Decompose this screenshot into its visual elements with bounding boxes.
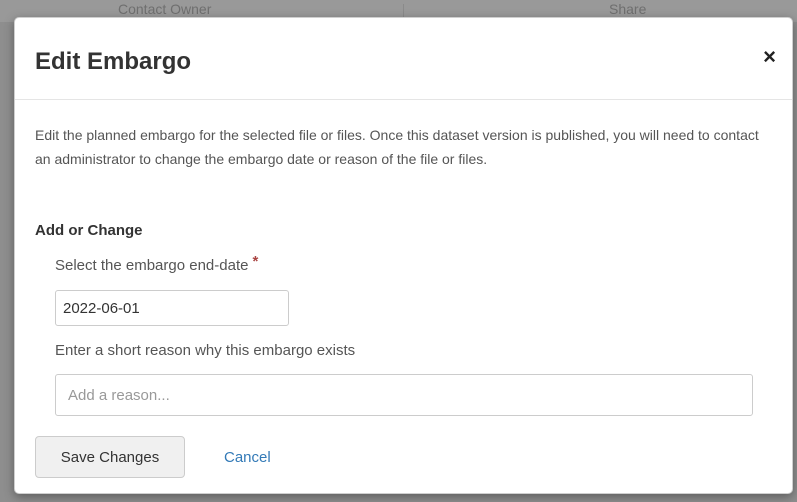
required-marker: * — [252, 253, 259, 270]
modal-title: Edit Embargo — [35, 48, 192, 75]
toolbar-divider — [403, 4, 404, 18]
save-changes-button[interactable]: Save Changes — [35, 436, 185, 478]
embargo-date-label: Select the embargo end-date * — [55, 253, 258, 274]
embargo-reason-input[interactable] — [55, 374, 753, 416]
contact-owner-button: Contact Owner — [118, 1, 212, 17]
embargo-date-label-text: Select the embargo end-date — [55, 257, 249, 274]
modal-header: Edit Embargo × — [15, 18, 792, 100]
edit-embargo-modal: Edit Embargo × Edit the planned embargo … — [14, 17, 793, 494]
embargo-description: Edit the planned embargo for the selecte… — [35, 127, 759, 167]
add-or-change-heading: Add or Change — [35, 222, 143, 239]
share-button: Share — [609, 1, 647, 17]
embargo-date-input[interactable] — [55, 290, 289, 326]
close-icon[interactable]: × — [763, 46, 776, 68]
modal-body: Edit the planned embargo for the selecte… — [35, 123, 770, 171]
embargo-reason-label: Enter a short reason why this embargo ex… — [55, 342, 356, 359]
cancel-link[interactable]: Cancel — [224, 449, 271, 466]
